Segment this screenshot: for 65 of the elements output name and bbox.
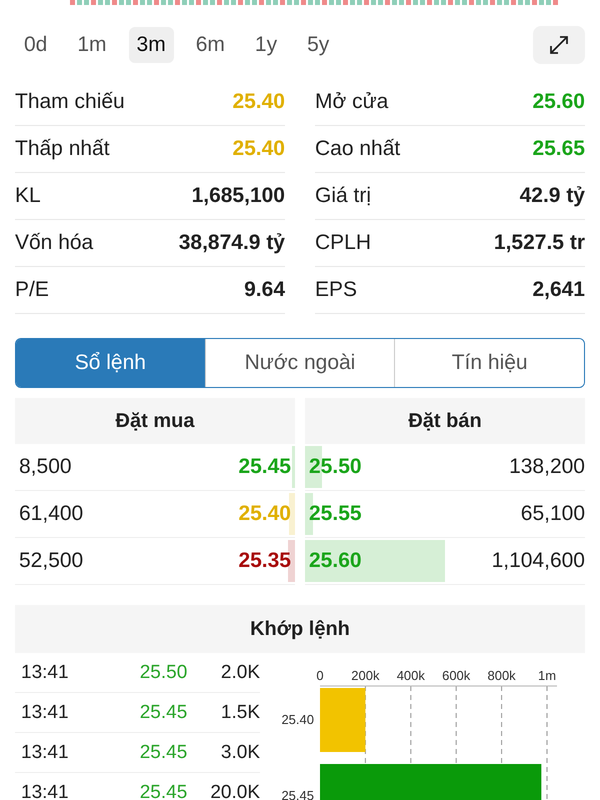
expand-icon	[548, 34, 570, 56]
stat-label: Thấp nhất	[15, 137, 111, 161]
trade-price: 25.50	[138, 662, 188, 684]
stat-value: 38,874.9 tỷ	[178, 231, 285, 255]
period-tab[interactable]: 0d	[16, 27, 56, 63]
stat-label: Cao nhất	[315, 137, 402, 161]
axis-category-label: 25.40	[281, 712, 314, 727]
bid-volume: 8,500	[19, 455, 72, 479]
column-header: Đặt mua	[15, 398, 295, 444]
axis-tick-label: 0	[316, 668, 324, 683]
stat-value: 25.65	[532, 137, 585, 161]
trade-volume: 2.0K	[220, 662, 260, 684]
stat-value: 2,641	[532, 278, 585, 302]
trade-time: 13:41	[21, 702, 70, 724]
trade-volume: 3.0K	[220, 742, 260, 764]
trade-time: 13:41	[21, 662, 70, 684]
trade-price: 25.45	[138, 702, 188, 724]
ask-volume: 138,200	[509, 455, 585, 479]
axis-tick-label: 200k	[351, 668, 380, 683]
bid-price: 25.35	[237, 549, 292, 573]
bid-price: 25.40	[237, 502, 292, 526]
axis-tick-label: 400k	[396, 668, 425, 683]
stat-label: KL	[15, 184, 42, 208]
bid-volume: 61,400	[19, 502, 84, 526]
bid-price: 25.45	[237, 455, 292, 479]
trade-price: 25.45	[138, 782, 188, 800]
stat-label: P/E	[15, 278, 50, 302]
stat-value: 25.60	[532, 90, 585, 114]
axis-tick-label: 1m	[538, 668, 556, 683]
section-header: Khớp lệnh	[15, 605, 585, 653]
stat-label: Giá trị	[315, 184, 372, 208]
ask-volume: 65,100	[520, 502, 585, 526]
ask-price: 25.50	[308, 455, 363, 479]
trade-price: 25.45	[138, 742, 188, 764]
ask-price: 25.55	[308, 502, 363, 526]
stat-value: 25.40	[232, 137, 285, 161]
stat-label: Tham chiếu	[15, 90, 126, 114]
ask-price: 25.60	[308, 549, 363, 573]
tab[interactable]: Sổ lệnh	[16, 339, 205, 387]
axis-category-label: 25.45	[281, 788, 314, 800]
stat-label: Vốn hóa	[15, 231, 94, 255]
ask-volume: 1,104,600	[492, 549, 585, 573]
tab[interactable]: Tín hiệu	[394, 339, 584, 387]
trade-time: 13:41	[21, 742, 70, 764]
stat-value: 9.64	[244, 278, 285, 302]
stat-label: EPS	[315, 278, 358, 302]
stat-label: Mở cửa	[315, 90, 390, 114]
stat-value: 42.9 tỷ	[520, 184, 585, 208]
axis-tick-label: 600k	[442, 668, 470, 683]
period-tab[interactable]: 5y	[299, 27, 338, 63]
axis-tick-label: 800k	[488, 668, 516, 683]
column-header: Đặt bán	[305, 398, 585, 444]
bid-volume: 52,500	[19, 549, 84, 573]
stat-label: CPLH	[315, 231, 372, 255]
expand-button[interactable]	[533, 26, 585, 64]
stat-value: 1,685,100	[192, 184, 285, 208]
period-tab[interactable]: 1y	[246, 27, 286, 63]
period-tab[interactable]: 1m	[69, 27, 115, 63]
period-tab[interactable]: 6m	[188, 27, 233, 63]
trade-volume: 20.0K	[209, 782, 260, 800]
stat-value: 1,527.5 tr	[494, 231, 585, 255]
period-tab[interactable]: 3m	[128, 27, 174, 63]
stat-value: 25.40	[232, 90, 285, 114]
trade-volume: 1.5K	[220, 702, 260, 724]
trade-time: 13:41	[21, 782, 70, 800]
